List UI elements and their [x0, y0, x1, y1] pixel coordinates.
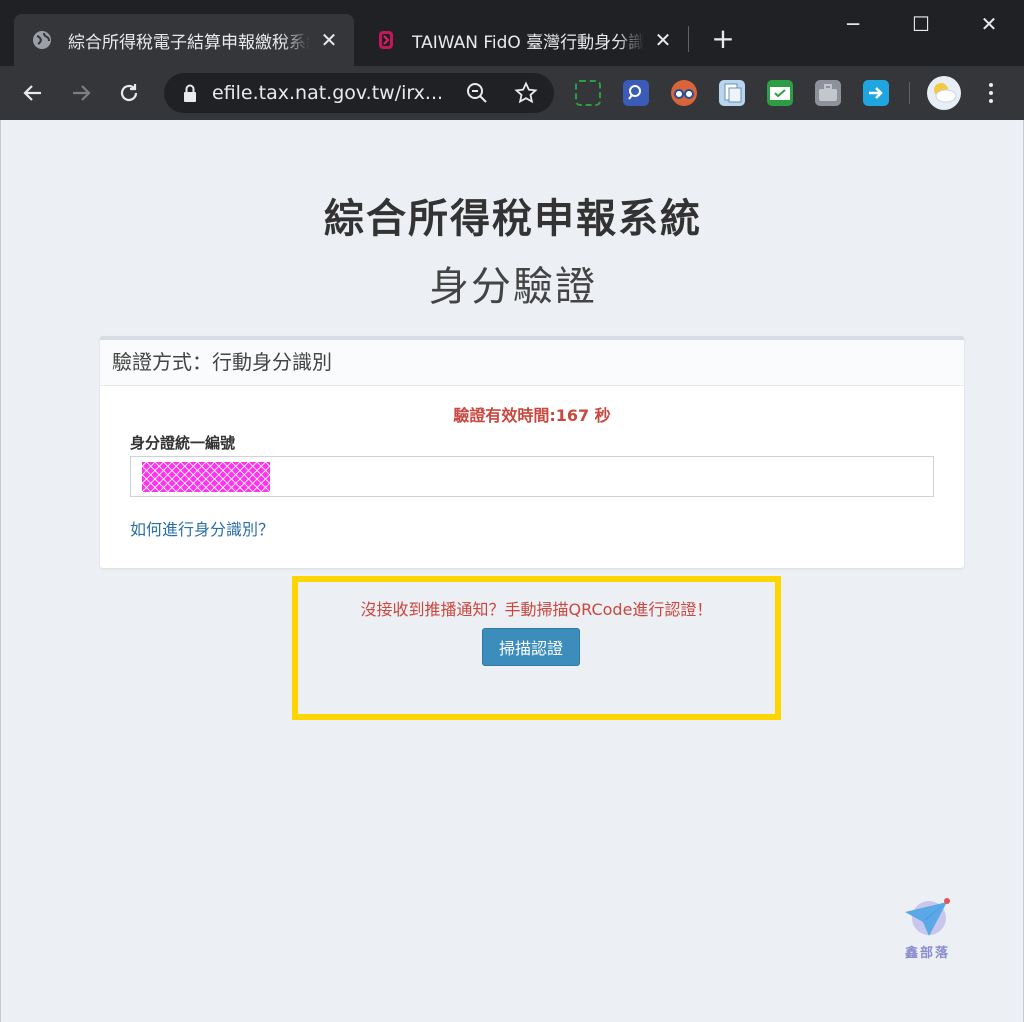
new-tab-button[interactable]: +	[708, 24, 738, 54]
browser-tab-bar: 綜合所得稅電子結算申報繳稅系統 ✕ TAIWAN FidO 臺灣行動身分識別 ✕…	[0, 0, 1024, 66]
tab-close-icon[interactable]: ✕	[652, 28, 674, 52]
watermark-logo: 鑫部落	[901, 898, 961, 962]
globe-icon	[33, 31, 51, 49]
back-arrow-icon	[23, 85, 41, 101]
zoom-icon[interactable]	[466, 82, 488, 104]
lock-icon	[184, 84, 196, 102]
validity-timer: 驗證有效時間:167 秒	[453, 406, 611, 425]
page-title: 綜合所得稅申報系統	[324, 196, 702, 242]
notes-extension-icon[interactable]	[719, 80, 745, 106]
tab-close-icon[interactable]: ✕	[318, 28, 340, 52]
panel-header: 驗證方式：行動身分識別	[100, 340, 964, 386]
scan-verify-button[interactable]: 掃描認證	[482, 628, 580, 666]
push-notice-text: 沒接收到推播通知？手動掃描QRCode進行認證！	[360, 600, 713, 619]
window-close-button[interactable]: ✕	[974, 10, 1004, 38]
glasses-extension-icon[interactable]	[671, 80, 697, 106]
page-subtitle: 身分驗證	[429, 264, 597, 310]
reload-icon	[120, 84, 138, 102]
mail-check-extension-icon[interactable]	[767, 80, 793, 106]
profile-avatar[interactable]	[927, 76, 961, 110]
browser-toolbar: efile.tax.nat.gov.tw/irx...	[0, 66, 1024, 120]
weather-avatar-icon	[934, 83, 957, 103]
address-bar[interactable]: efile.tax.nat.gov.tw/irx...	[164, 73, 554, 113]
tab-title: 綜合所得稅電子結算申報繳稅系統	[68, 32, 310, 53]
forward-button[interactable]	[64, 76, 98, 110]
url-text: efile.tax.nat.gov.tw/irx...	[212, 82, 444, 104]
minimize-button[interactable]: ─	[838, 10, 868, 38]
how-to-verify-link[interactable]: 如何進行身分識別？	[130, 516, 274, 540]
back-button[interactable]	[16, 76, 50, 110]
fido-logo-icon	[379, 31, 393, 49]
maximize-button[interactable]: ☐	[906, 10, 936, 38]
reload-button[interactable]	[112, 76, 146, 110]
redacted-value	[142, 462, 270, 492]
tab-efile[interactable]: 綜合所得稅電子結算申報繳稅系統 ✕	[14, 14, 354, 66]
forward-arrow-icon	[73, 85, 91, 101]
watermark-text: 鑫部落	[905, 946, 951, 961]
tab-title: TAIWAN FidO 臺灣行動身分識別	[412, 32, 644, 53]
page-content: 綜合所得稅申報系統 身分驗證 驗證方式：行動身分識別 驗證有效時間:167 秒 …	[0, 120, 1024, 1022]
scan-section-highlight: 沒接收到推播通知？手動掃描QRCode進行認證！ 掃描認證	[292, 576, 781, 720]
verification-panel: 驗證方式：行動身分識別 驗證有效時間:167 秒 身分證統一編號 如何進行身分識…	[100, 336, 964, 568]
toolbar-separator	[909, 82, 910, 104]
id-number-input[interactable]	[130, 456, 934, 497]
star-icon[interactable]	[514, 81, 538, 105]
menu-dots-icon[interactable]	[980, 78, 1002, 108]
paper-plane-logo-icon	[905, 898, 950, 936]
briefcase-extension-icon[interactable]	[815, 80, 841, 106]
forward-share-extension-icon[interactable]	[863, 80, 889, 106]
id-number-label: 身分證統一編號	[130, 434, 236, 452]
tab-separator	[688, 26, 689, 52]
screenshot-extension-icon[interactable]	[575, 80, 601, 106]
tab-fido[interactable]: TAIWAN FidO 臺灣行動身分識別 ✕	[358, 14, 688, 66]
search-extension-icon[interactable]	[623, 80, 649, 106]
